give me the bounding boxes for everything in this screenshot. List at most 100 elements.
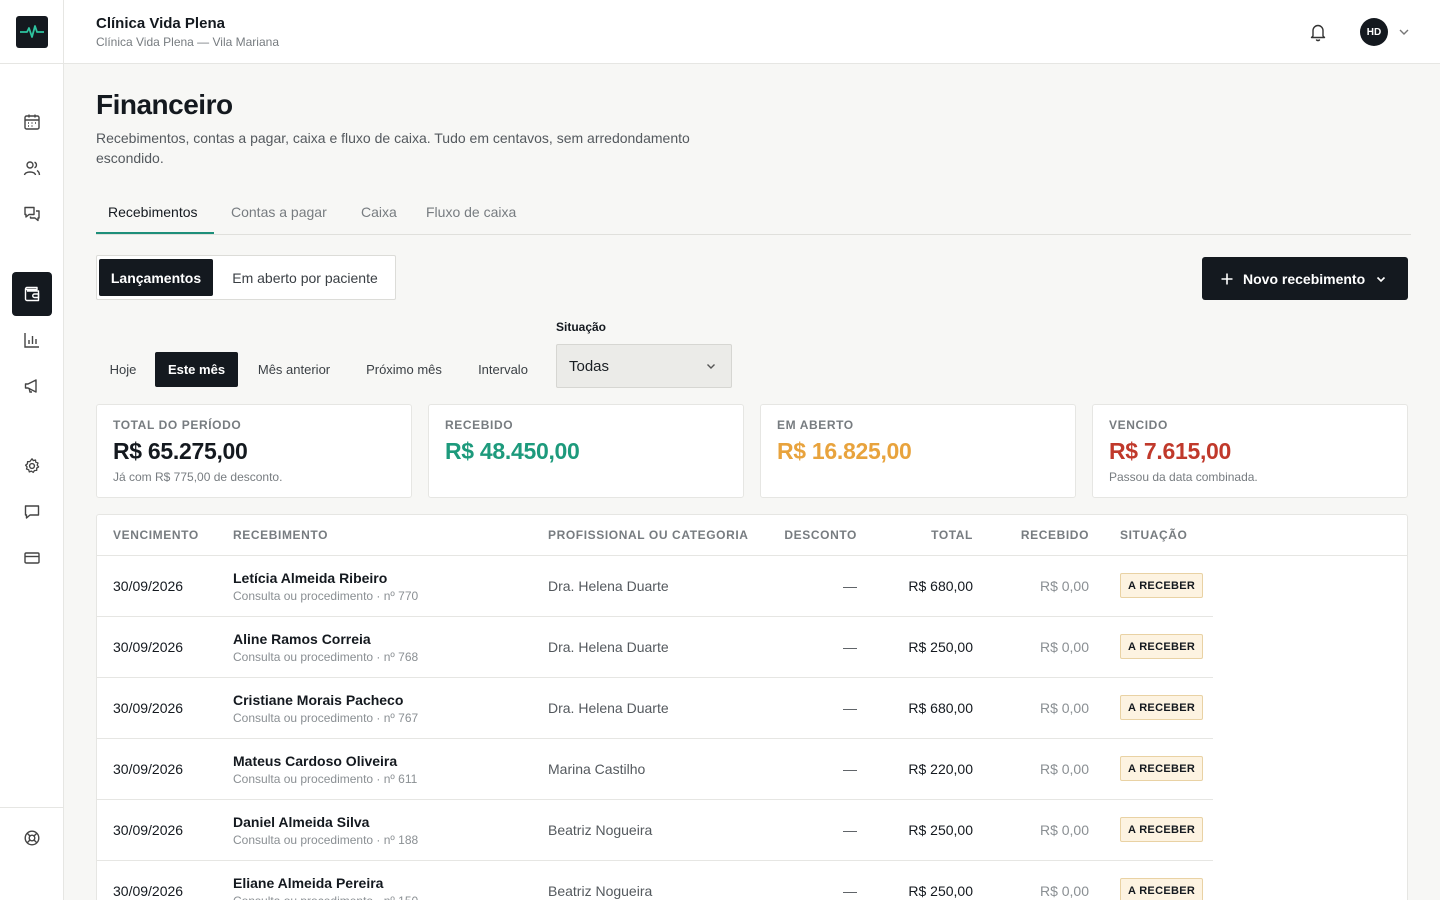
table-row[interactable]: 30/09/2026 Aline Ramos Correia Consulta ou… xyxy=(97,617,1213,678)
professional: Dra. Helena Duarte xyxy=(548,578,669,594)
view-toggle: Lançamentos Em aberto por paciente xyxy=(96,255,396,300)
sidebar-item-messages[interactable] xyxy=(12,492,52,532)
discount: — xyxy=(843,700,857,716)
pulse-icon xyxy=(20,25,44,38)
summary-card-total: TOTAL DO PERÍODO R$ 65.275,00 Já com R$ … xyxy=(96,404,412,498)
column-header[interactable]: TOTAL xyxy=(897,528,973,542)
avatar[interactable]: HD xyxy=(1360,18,1388,46)
patient-name[interactable]: Aline Ramos Correia xyxy=(233,631,371,647)
column-header[interactable]: VENCIMENTO xyxy=(113,528,199,542)
total: R$ 250,00 xyxy=(908,883,973,899)
patient-name[interactable]: Mateus Cardoso Oliveira xyxy=(233,753,397,769)
patient-name[interactable]: Cristiane Morais Pacheco xyxy=(233,692,403,708)
page-description: Recebimentos, contas a pagar, caixa e fl… xyxy=(96,130,690,166)
status-badge[interactable]: A RECEBER xyxy=(1120,573,1204,598)
new-receipt-button[interactable]: Novo recebimento xyxy=(1202,257,1408,300)
due-date: 30/09/2026 xyxy=(113,761,184,777)
status-badge[interactable]: A RECEBER xyxy=(1120,634,1204,659)
total: R$ 250,00 xyxy=(908,822,973,838)
card-value: R$ 7.615,00 xyxy=(1109,438,1232,464)
due-date: 30/09/2026 xyxy=(113,883,184,899)
tab-caixa[interactable]: Caixa xyxy=(361,192,397,234)
card-value: R$ 65.275,00 xyxy=(113,438,248,464)
received: R$ 0,00 xyxy=(1039,700,1089,716)
receipt-detail: Consulta ou procedimento · nº 770 xyxy=(233,589,419,603)
sidebar-item-reports[interactable] xyxy=(12,320,52,360)
receipt-detail: Consulta ou procedimento · nº 611 xyxy=(233,772,418,786)
sidebar-item-billing[interactable] xyxy=(12,538,52,578)
professional: Beatriz Nogueira xyxy=(548,822,653,838)
summary-card-recebido: RECEBIDO R$ 48.450,00 xyxy=(428,404,744,498)
chevron-down-icon xyxy=(1377,276,1386,282)
due-date: 30/09/2026 xyxy=(113,822,184,838)
tab-contas-a-pagar[interactable]: Contas a pagar xyxy=(231,192,327,234)
top-bar: Clínica Vida Plena Clínica Vida Plena — … xyxy=(64,0,1440,64)
discount: — xyxy=(843,761,857,777)
card-value: R$ 16.825,00 xyxy=(777,438,912,464)
tab-recebimentos[interactable]: Recebimentos xyxy=(96,192,214,234)
clinic-name: Clínica Vida Plena xyxy=(96,15,225,32)
chat-icon xyxy=(24,206,40,222)
period-intervalo[interactable]: Intervalo xyxy=(464,352,542,387)
table-header: VENCIMENTO RECEBIMENTO PROFISSIONAL OU C… xyxy=(97,515,1407,556)
card-label: EM ABERTO xyxy=(777,418,854,432)
status-badge[interactable]: A RECEBER xyxy=(1120,817,1204,842)
column-header[interactable]: SITUAÇÃO xyxy=(1120,528,1187,542)
table-row[interactable]: 30/09/2026 Mateus Cardoso Oliveira Consult… xyxy=(97,739,1213,800)
table-row[interactable]: 30/09/2026 Letícia Almeida Ribeiro Consult… xyxy=(97,556,1213,617)
received: R$ 0,00 xyxy=(1039,883,1089,899)
wallet-icon xyxy=(24,286,40,302)
receipt-detail: Consulta ou procedimento · nº 767 xyxy=(233,711,419,725)
status-badge[interactable]: A RECEBER xyxy=(1120,756,1204,781)
column-header[interactable]: RECEBIMENTO xyxy=(233,528,328,542)
period-hoje[interactable]: Hoje xyxy=(96,352,150,387)
receipts-table: VENCIMENTO RECEBIMENTO PROFISSIONAL OU C… xyxy=(96,514,1408,900)
total: R$ 680,00 xyxy=(908,578,973,594)
professional: Dra. Helena Duarte xyxy=(548,700,669,716)
table-row[interactable]: 30/09/2026 Eliane Almeida Pereira Consulta… xyxy=(97,861,1213,900)
view-lancamentos[interactable]: Lançamentos xyxy=(99,259,213,296)
total: R$ 250,00 xyxy=(908,639,973,655)
sidebar-divider xyxy=(0,807,64,808)
sidebar-item-conversations[interactable] xyxy=(12,194,52,234)
card-value: R$ 48.450,00 xyxy=(445,438,580,464)
status-badge[interactable]: A RECEBER xyxy=(1120,878,1204,900)
chevron-down-icon xyxy=(707,364,715,369)
period-mes-anterior[interactable]: Mês anterior xyxy=(244,352,344,387)
chevron-down-icon[interactable] xyxy=(1397,25,1411,39)
patient-name[interactable]: Eliane Almeida Pereira xyxy=(233,875,383,891)
discount: — xyxy=(843,822,857,838)
calendar-icon xyxy=(24,114,40,130)
table-row[interactable]: 30/09/2026 Daniel Almeida Silva Consulta o… xyxy=(97,800,1213,861)
view-em-aberto-por-paciente[interactable]: Em aberto por paciente xyxy=(215,259,395,296)
summary-card-em-aberto: EM ABERTO R$ 16.825,00 xyxy=(760,404,1076,498)
patient-name[interactable]: Letícia Almeida Ribeiro xyxy=(233,570,387,586)
bar-chart-icon xyxy=(24,333,39,348)
sidebar-item-help[interactable] xyxy=(12,818,52,858)
sidebar-item-agenda[interactable] xyxy=(12,102,52,142)
users-icon xyxy=(23,161,41,176)
period-proximo-mes[interactable]: Próximo mês xyxy=(352,352,456,387)
tab-fluxo-de-caixa[interactable]: Fluxo de caixa xyxy=(426,192,516,234)
column-header[interactable]: RECEBIDO xyxy=(997,528,1089,542)
received: R$ 0,00 xyxy=(1039,822,1089,838)
message-icon xyxy=(24,505,40,519)
professional: Dra. Helena Duarte xyxy=(548,639,669,655)
status-badge[interactable]: A RECEBER xyxy=(1120,695,1204,720)
sidebar-item-marketing[interactable] xyxy=(12,366,52,406)
professional: Marina Castilho xyxy=(548,761,646,777)
column-header[interactable]: DESCONTO xyxy=(777,528,857,542)
situation-select[interactable]: Todas xyxy=(556,344,732,388)
discount: — xyxy=(843,639,857,655)
table-row[interactable]: 30/09/2026 Cristiane Morais Pacheco Consul… xyxy=(97,678,1213,739)
sidebar-item-settings[interactable] xyxy=(12,446,52,486)
bell-icon[interactable] xyxy=(1308,22,1328,42)
card-label: VENCIDO xyxy=(1109,418,1168,432)
received: R$ 0,00 xyxy=(1039,761,1089,777)
app-logo[interactable] xyxy=(16,16,48,48)
period-este-mes[interactable]: Este mês xyxy=(155,352,238,387)
sidebar-item-patients[interactable] xyxy=(12,148,52,188)
sidebar-item-financeiro[interactable] xyxy=(12,272,52,316)
column-header[interactable]: PROFISSIONAL OU CATEGORIA xyxy=(548,528,749,542)
patient-name[interactable]: Daniel Almeida Silva xyxy=(233,814,369,830)
